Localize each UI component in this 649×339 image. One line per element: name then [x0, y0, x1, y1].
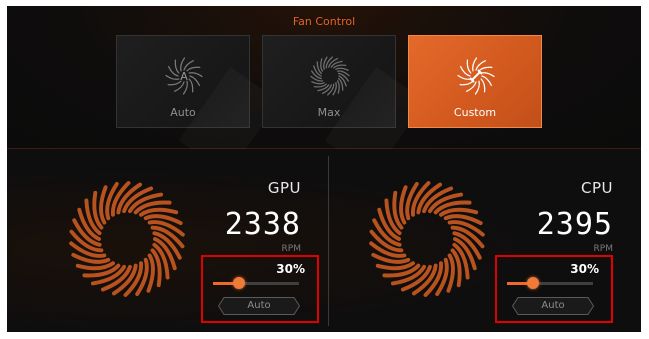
gpu-rpm-unit: RPM [281, 244, 301, 254]
cpu-label: CPU [581, 179, 613, 197]
gpu-fan-panel: GPU 2338 RPM 30% Auto [7, 149, 323, 332]
mode-button-max[interactable]: Max [262, 35, 396, 128]
fan-blade [167, 80, 182, 86]
fan-blade [446, 253, 455, 293]
mode-label-max: Max [317, 106, 341, 119]
gpu-rpm-value: 2338 [224, 207, 301, 242]
fan-blade [478, 66, 493, 72]
fan-blade [320, 58, 324, 72]
fan-blade [174, 59, 180, 74]
cpu-fan-icon [369, 181, 485, 297]
cpu-fan-slider-thumb[interactable] [526, 277, 539, 289]
fan-custom-icon [457, 57, 495, 95]
cpu-rpm-unit: RPM [593, 244, 613, 254]
fan-blade [439, 207, 479, 217]
fan-blade [336, 80, 340, 94]
fan-blade [188, 78, 194, 93]
cpu-auto-button[interactable]: Auto [512, 297, 594, 315]
fan-blade [186, 66, 201, 72]
fan-blade [399, 185, 408, 225]
fan-blade [99, 185, 108, 225]
fan-blade [466, 59, 472, 74]
gpu-fan-slider[interactable] [213, 277, 299, 289]
fan-blade [480, 78, 486, 93]
fan-blade [313, 83, 327, 88]
mode-label-custom: Custom [453, 106, 497, 119]
cpu-auto-label: Auto [541, 300, 565, 311]
fan-blade [459, 80, 474, 86]
page-title: Fan Control [292, 15, 356, 28]
cpu-fan-panel: CPU 2395 RPM 30% Auto [329, 149, 641, 332]
gpu-fan-controls: 30% Auto [201, 255, 319, 323]
gpu-label: GPU [267, 179, 301, 197]
mode-selector-area: Fan Control A Auto Max Custom [7, 6, 641, 149]
cpu-fan-percent: 30% [570, 262, 599, 276]
fan-max-icon [310, 56, 350, 96]
mode-label-auto: Auto [170, 106, 196, 119]
fan-auto-icon: A [165, 57, 203, 95]
gpu-fan-icon [69, 181, 185, 297]
gpu-auto-label: Auto [247, 300, 271, 311]
fan-blade [375, 261, 415, 271]
fan-blade [335, 67, 349, 71]
fan-blade [146, 253, 155, 293]
fan-blade [139, 207, 179, 217]
fan-blade [75, 261, 115, 271]
fan-blade [333, 64, 347, 69]
mode-button-custom[interactable]: Custom [408, 35, 542, 128]
cpu-rpm-value: 2395 [536, 207, 613, 242]
mode-button-auto[interactable]: A Auto [116, 35, 250, 128]
gpu-auto-button[interactable]: Auto [218, 297, 300, 315]
cpu-fan-slider[interactable] [507, 277, 593, 289]
cpu-fan-controls: 30% Auto [495, 255, 613, 323]
fan-control-window: Fan Control A Auto Max Custom GPU 2338 R… [7, 6, 641, 332]
gpu-fan-percent: 30% [276, 262, 305, 276]
fan-blade [311, 81, 325, 85]
gpu-fan-slider-thumb[interactable] [232, 277, 245, 289]
svg-text:A: A [180, 70, 188, 83]
